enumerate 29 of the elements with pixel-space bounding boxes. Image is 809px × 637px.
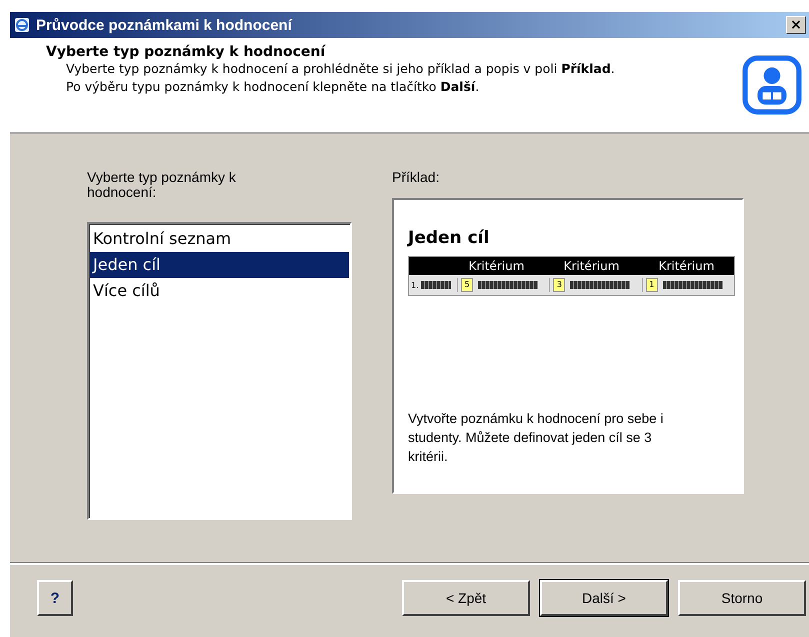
list-item[interactable]: Jeden cíl [90,252,349,278]
column-header: Kritérium [658,258,716,275]
text-placeholder-icon [420,281,451,289]
list-item[interactable]: Kontrolní seznam [90,226,349,252]
reader-icon [741,54,803,116]
wizard-button[interactable]: Storno [678,580,806,616]
text-placeholder-icon [478,281,538,289]
app-icon [14,17,30,33]
window-title: Průvodce poznámkami k hodnocení [36,16,294,34]
text-placeholder-icon [662,281,723,289]
text-placeholder-icon [570,281,630,289]
type-listbox[interactable]: Kontrolní seznam Jeden cíl Více cílů [87,222,352,520]
column-header: Kritérium [468,258,526,275]
example-label: Příklad: [392,170,440,187]
example-description: Vytvořte poznámku k hodnocení pro sebe i studenty. Můžete definovat jeden cíl se 3 kritérii. [408,410,664,466]
score-badge: 3 [553,278,566,292]
column-header: Kritérium [562,258,620,275]
wizard-button[interactable]: < Zpět [402,580,530,616]
close-button[interactable]: × [786,16,806,34]
header-title: Vyberte typ poznámky k hodnocení [46,44,327,60]
score-badge: 5 [461,278,474,292]
wizard-button[interactable]: Další > [540,580,668,616]
help-button[interactable]: ? [37,580,73,616]
score-badge: 1 [646,278,658,292]
list-label: Vyberte typ poznámky k hodnocení: [87,170,237,202]
list-item[interactable]: Více cílů [90,278,349,304]
row-number: 1. [411,280,419,290]
example-title: Jeden cíl [408,228,490,248]
header-description: Vyberte typ poznámky k hodnocení a prohlédněte si jeho příklad a popis v poli Příklad. Po výběru typu poznámky k hodnocení klepněte na tlačítko Další. [65,60,616,96]
